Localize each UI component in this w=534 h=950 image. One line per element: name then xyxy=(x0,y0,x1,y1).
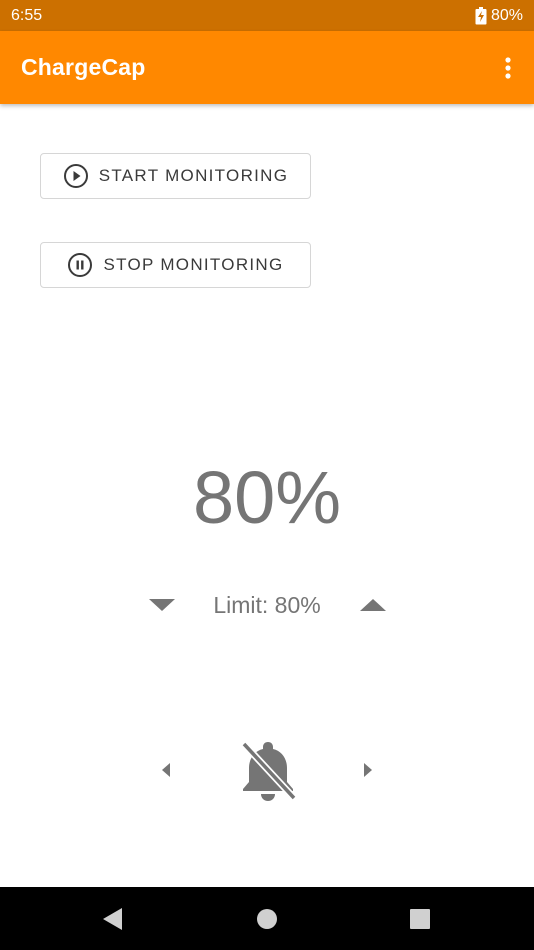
start-monitoring-button[interactable]: START MONITORING xyxy=(40,153,311,199)
next-button[interactable] xyxy=(353,755,383,785)
arrow-drop-down-icon xyxy=(149,599,175,611)
nav-recents-icon xyxy=(410,909,430,929)
overflow-menu-button[interactable] xyxy=(496,48,520,88)
app-bar: ChargeCap xyxy=(0,31,534,104)
more-vert-icon xyxy=(505,56,511,79)
status-bar: 6:55 80% xyxy=(0,0,534,31)
limit-row: Limit: 80% xyxy=(0,585,534,625)
status-battery-percent: 80% xyxy=(490,6,523,24)
system-nav-bar xyxy=(0,887,534,950)
app-screen: 6:55 80% ChargeCap START MONITORING STOP… xyxy=(0,0,534,950)
charge-percent-display: 80% xyxy=(192,456,342,539)
app-title: ChargeCap xyxy=(21,54,146,80)
status-right-group: 80% xyxy=(475,6,523,25)
start-monitoring-label: START MONITORING xyxy=(98,166,289,185)
stop-monitoring-button[interactable]: STOP MONITORING xyxy=(40,242,311,288)
nav-back-button[interactable] xyxy=(96,903,128,935)
status-time: 6:55 xyxy=(11,6,43,24)
nav-home-icon xyxy=(257,909,277,929)
nav-recents-button[interactable] xyxy=(404,903,436,935)
notifications-toggle[interactable] xyxy=(236,737,300,805)
nav-home-button[interactable] xyxy=(251,903,283,935)
previous-button[interactable] xyxy=(151,755,181,785)
arrow-left-icon xyxy=(162,763,170,777)
pause-circle-icon xyxy=(67,252,93,278)
battery-charging-icon xyxy=(475,6,487,25)
increase-limit-button[interactable] xyxy=(353,585,393,625)
arrow-right-icon xyxy=(364,763,372,777)
nav-back-icon xyxy=(103,908,122,930)
stop-monitoring-label: STOP MONITORING xyxy=(103,255,284,274)
limit-label: Limit: 80% xyxy=(213,592,321,618)
decrease-limit-button[interactable] xyxy=(142,585,182,625)
play-circle-icon xyxy=(63,163,89,189)
arrow-drop-up-icon xyxy=(360,599,386,611)
notifications-off-icon xyxy=(241,741,297,801)
